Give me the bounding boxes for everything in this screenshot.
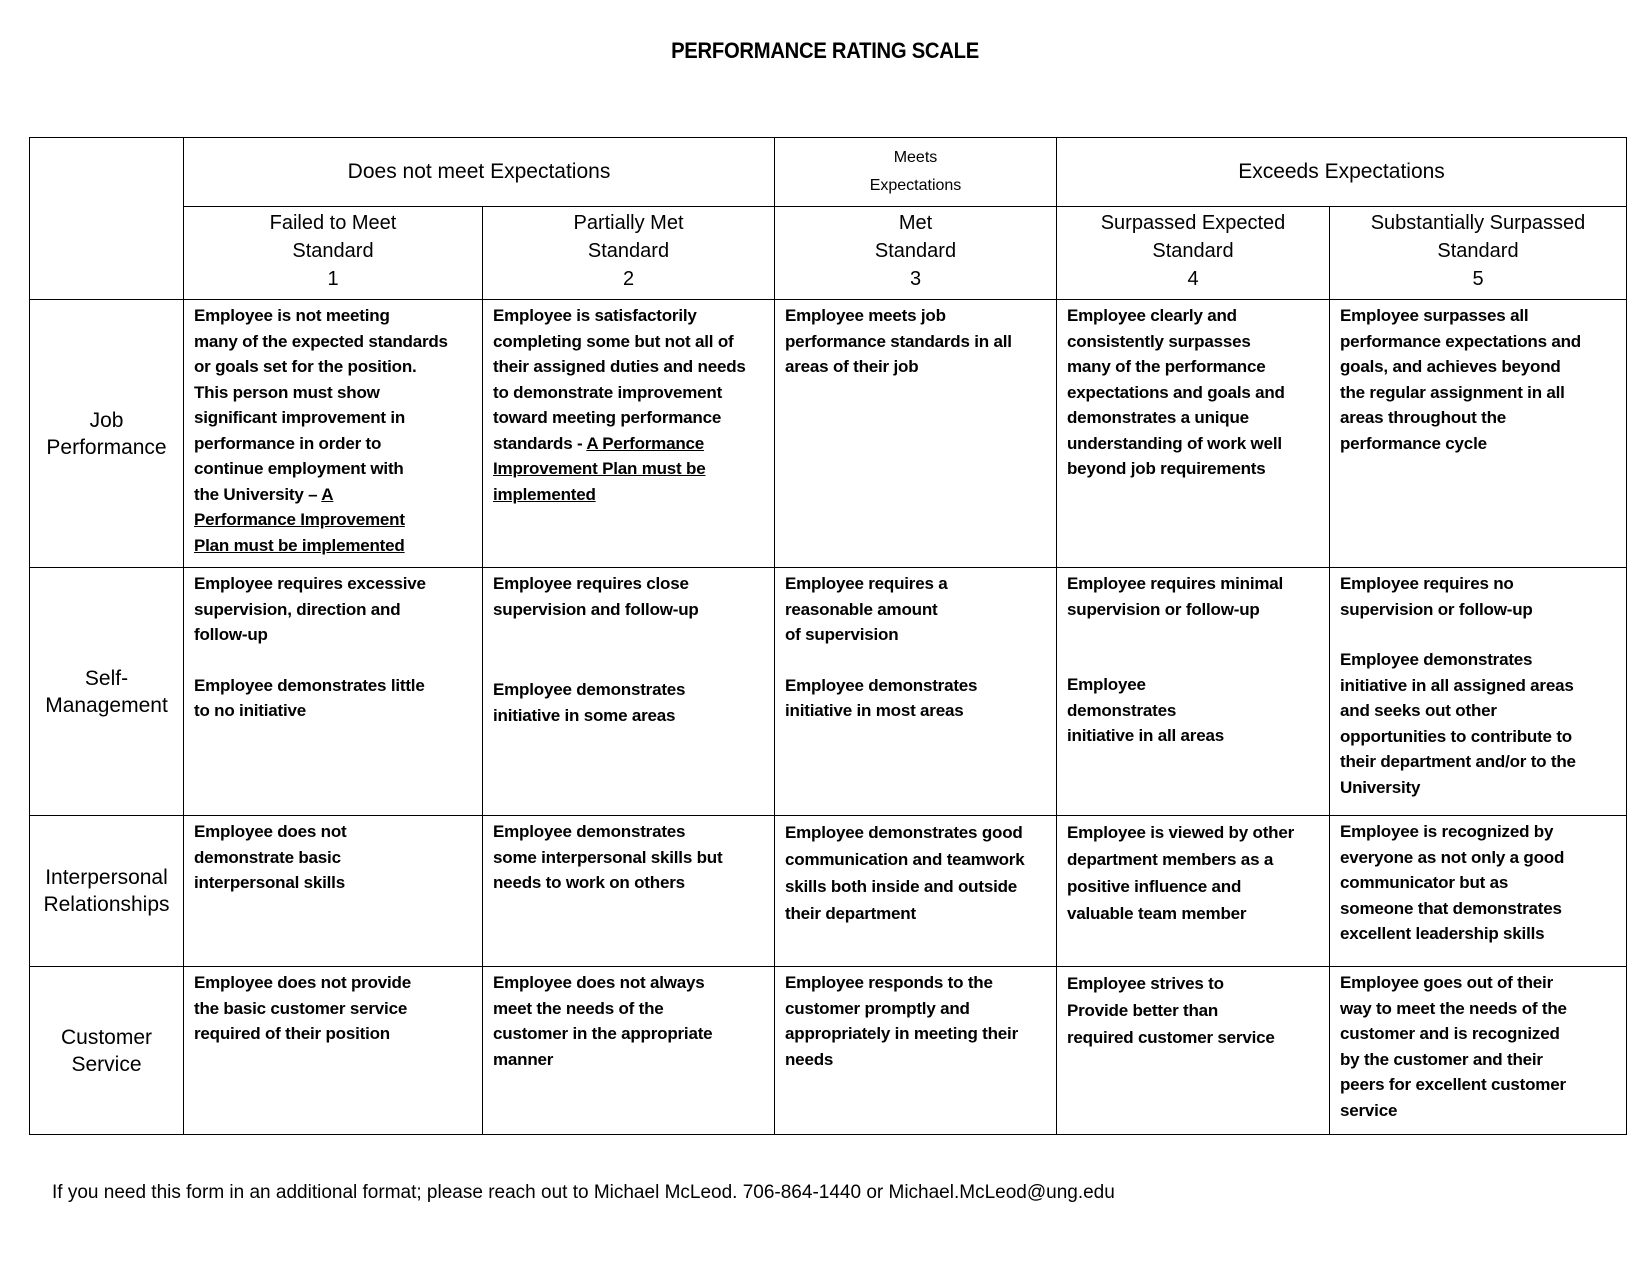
level-label: Substantially Surpassed Standard bbox=[1370, 212, 1586, 262]
level-4-header: Surpassed Expected Standard 4 bbox=[1056, 206, 1330, 300]
description: Employee clearly and consistently surpas… bbox=[1067, 306, 1285, 478]
cell-job-performance-5: Employee surpasses all performance expec… bbox=[1329, 299, 1627, 568]
initiative-description: Employee demonstrates initiative in some… bbox=[493, 680, 686, 725]
footer-text: If you need this form in an additional f… bbox=[52, 1182, 889, 1203]
cell-customer-service-3: Employee responds to the customer prompt… bbox=[774, 966, 1057, 1135]
row-job-performance: Job Performance Employee is not meeting … bbox=[29, 299, 1627, 568]
group-header-row: Does not meet Expectations Meets Expecta… bbox=[29, 137, 1627, 300]
description-text: Employee is not meeting many of the expe… bbox=[194, 306, 448, 504]
level-3-header: Met Standard 3 bbox=[774, 206, 1057, 300]
description: Employee surpasses all performance expec… bbox=[1340, 306, 1581, 453]
level-number: 3 bbox=[909, 268, 922, 290]
cell-customer-service-5: Employee goes out of their way to meet t… bbox=[1329, 966, 1627, 1135]
row-label-interpersonal-relationships: Interpersonal Relationships bbox=[29, 815, 184, 967]
level-header-row: Failed to Meet Standard 1 Partially Met S… bbox=[30, 206, 1627, 300]
level-number: 2 bbox=[622, 268, 635, 290]
description: Employee is viewed by other department m… bbox=[1067, 823, 1295, 923]
description: Employee is not meeting many of the expe… bbox=[194, 303, 476, 558]
level-5-header: Substantially Surpassed Standard 5 bbox=[1329, 206, 1627, 300]
description: Employee meets job performance standards… bbox=[785, 306, 1012, 376]
row-interpersonal-relationships: Interpersonal Relationships Employee doe… bbox=[29, 815, 1627, 967]
cell-self-management-5: Employee requires no supervision or foll… bbox=[1329, 567, 1627, 816]
cell-self-management-1: Employee requires excessive supervision,… bbox=[183, 567, 483, 816]
cell-job-performance-2: Employee is satisfactorily completing so… bbox=[482, 299, 775, 568]
supervision-description: Employee requires close supervision and … bbox=[493, 574, 699, 619]
level-label: Failed to Meet Standard bbox=[269, 212, 397, 262]
cell-self-management-4: Employee requires minimal supervision or… bbox=[1056, 567, 1330, 816]
description: Employee does not demonstrate basic inte… bbox=[194, 822, 347, 892]
corner-cell bbox=[29, 137, 184, 300]
cell-self-management-2: Employee requires close supervision and … bbox=[482, 567, 775, 816]
description: Employee demonstrates some interpersonal… bbox=[493, 822, 723, 892]
contact-email-link[interactable]: Michael.McLeod@ung.edu bbox=[889, 1182, 1115, 1203]
level-label: Surpassed Expected Standard bbox=[1100, 212, 1286, 262]
cell-job-performance-1: Employee is not meeting many of the expe… bbox=[183, 299, 483, 568]
description: Employee strives to Provide better than … bbox=[1067, 974, 1275, 1047]
initiative-description: Employee demonstrates initiative in all … bbox=[1340, 650, 1576, 797]
row-label-customer-service: Customer Service bbox=[29, 966, 184, 1135]
description: Employee does not provide the basic cust… bbox=[194, 973, 411, 1043]
description-text: Employee is satisfactorily completing so… bbox=[493, 306, 746, 453]
description: Employee goes out of their way to meet t… bbox=[1340, 973, 1567, 1120]
row-self-management: Self- Management Employee requires exces… bbox=[29, 567, 1627, 816]
level-number: 4 bbox=[1187, 268, 1199, 290]
description: Employee demonstrates good communication… bbox=[785, 823, 1025, 923]
level-1-header: Failed to Meet Standard 1 bbox=[183, 206, 483, 300]
initiative-description: Employee demonstrates initiative in most… bbox=[785, 675, 978, 721]
cell-customer-service-1: Employee does not provide the basic cust… bbox=[183, 966, 483, 1135]
performance-rating-table: Does not meet Expectations Meets Expecta… bbox=[29, 137, 1627, 1135]
cell-customer-service-4: Employee strives to Provide better than … bbox=[1056, 966, 1330, 1135]
cell-interpersonal-1: Employee does not demonstrate basic inte… bbox=[183, 815, 483, 967]
row-label-self-management: Self- Management bbox=[29, 567, 184, 816]
description: Employee responds to the customer prompt… bbox=[785, 973, 1018, 1069]
group-meets: Meets Expectations bbox=[774, 137, 1057, 207]
cell-interpersonal-3: Employee demonstrates good communication… bbox=[774, 815, 1057, 967]
level-number: 5 bbox=[1472, 268, 1484, 290]
row-label-job-performance: Job Performance bbox=[29, 299, 184, 568]
supervision-description: Employee requires excessive supervision,… bbox=[194, 574, 426, 644]
description: Employee does not always meet the needs … bbox=[493, 973, 713, 1069]
cell-customer-service-2: Employee does not always meet the needs … bbox=[482, 966, 775, 1135]
group-exceeds: Exceeds Expectations bbox=[1056, 137, 1627, 207]
level-number: 1 bbox=[327, 268, 339, 290]
accessibility-footer: If you need this form in an additional f… bbox=[52, 1182, 1115, 1204]
description: Employee is recognized by everyone as no… bbox=[1340, 822, 1565, 943]
group-does-not-meet: Does not meet Expectations bbox=[183, 137, 775, 207]
level-label: Partially Met Standard bbox=[573, 212, 684, 262]
supervision-description: Employee requires a reasonable amount of… bbox=[785, 574, 948, 644]
supervision-description: Employee requires minimal supervision or… bbox=[1067, 574, 1284, 619]
row-customer-service: Customer Service Employee does not provi… bbox=[29, 966, 1627, 1135]
cell-job-performance-3: Employee meets job performance standards… bbox=[774, 299, 1057, 568]
cell-job-performance-4: Employee clearly and consistently surpas… bbox=[1056, 299, 1330, 568]
cell-interpersonal-4: Employee is viewed by other department m… bbox=[1056, 815, 1330, 967]
cell-interpersonal-5: Employee is recognized by everyone as no… bbox=[1329, 815, 1627, 967]
level-2-header: Partially Met Standard 2 bbox=[482, 206, 775, 300]
supervision-description: Employee requires no supervision or foll… bbox=[1340, 574, 1533, 619]
cell-self-management-3: Employee requires a reasonable amount of… bbox=[774, 567, 1057, 816]
description: Employee is satisfactorily completing so… bbox=[493, 303, 768, 507]
level-label: Met Standard bbox=[874, 212, 957, 262]
cell-interpersonal-2: Employee demonstrates some interpersonal… bbox=[482, 815, 775, 967]
initiative-description: Employee demonstrates little to no initi… bbox=[194, 675, 425, 721]
initiative-description: Employee demonstrates initiative in all … bbox=[1067, 675, 1224, 745]
page-title: PERFORMANCE RATING SCALE bbox=[671, 38, 979, 63]
group-meets-label: Meets Expectations bbox=[869, 149, 962, 194]
